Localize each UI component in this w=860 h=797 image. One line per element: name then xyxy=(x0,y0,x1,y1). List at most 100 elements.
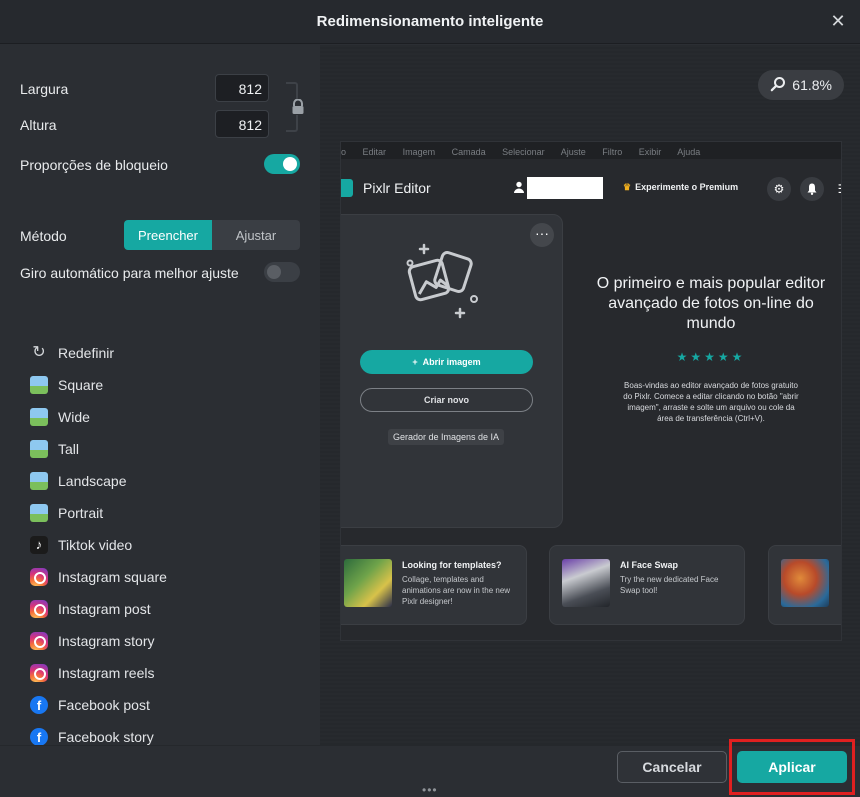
zoom-indicator[interactable]: 61.8% xyxy=(758,70,844,100)
preview-menu-item: o xyxy=(341,147,347,157)
preset-label: Redefinir xyxy=(58,345,115,361)
title-bar: Redimensionamento inteligente ✕ xyxy=(0,0,860,44)
preset-instagram-story[interactable]: Instagram story xyxy=(30,625,310,657)
bell-icon xyxy=(800,177,824,201)
preset-instagram-post[interactable]: Instagram post xyxy=(30,593,310,625)
preview-header: Pixlr Editor ♛Experimente o Premium ⚙ ☰ xyxy=(341,159,841,213)
method-fill-option[interactable]: Preencher xyxy=(124,220,212,250)
image-icon xyxy=(30,504,48,522)
preview-canvas: o Editar Imagem Camada Selecionar Ajuste… xyxy=(340,141,842,641)
method-fit-option[interactable]: Ajustar xyxy=(212,220,300,250)
preset-square[interactable]: Square xyxy=(30,369,310,401)
preview-open-card: ··· + Abrir imagem Criar novo Gerador de… xyxy=(341,214,563,528)
preview-menu-item: Filtro xyxy=(602,147,623,157)
preset-list: ↻ Redefinir Square Wide Tall Landscape Po… xyxy=(30,337,310,745)
preset-label: Wide xyxy=(58,409,90,425)
promo-text: Try the new dedicated Face Swap tool! xyxy=(620,575,719,595)
preset-facebook-story[interactable]: f Facebook story xyxy=(30,721,310,745)
promo-card-templates: Looking for templates? Collage, template… xyxy=(341,545,527,625)
preset-label: Portrait xyxy=(58,505,104,521)
lock-proportions-toggle[interactable] xyxy=(264,154,300,174)
instagram-icon xyxy=(30,632,48,650)
preset-label: Landscape xyxy=(58,473,127,489)
instagram-icon xyxy=(30,568,48,586)
promo-title: AI Face Swap xyxy=(620,560,679,570)
templates-thumbnail xyxy=(344,559,392,607)
search-icon xyxy=(770,76,786,95)
preview-menu-item: Camada xyxy=(451,147,486,157)
gear-icon: ⚙ xyxy=(767,177,791,201)
image-icon xyxy=(30,440,48,458)
preset-label: Instagram post xyxy=(58,601,151,617)
preset-tall[interactable]: Tall xyxy=(30,433,310,465)
create-new-button: Criar novo xyxy=(360,388,533,412)
auto-rotate-toggle[interactable] xyxy=(264,262,300,282)
gallery-icon xyxy=(402,241,482,321)
height-label: Altura xyxy=(20,117,57,133)
crown-icon: ♛ xyxy=(623,182,632,192)
zoom-value: 61.8% xyxy=(792,77,832,93)
dialog-title: Redimensionamento inteligente xyxy=(316,13,544,30)
apply-button[interactable]: Aplicar xyxy=(737,751,847,783)
preset-instagram-reels[interactable]: Instagram reels xyxy=(30,657,310,689)
user-icon xyxy=(513,181,525,193)
close-icon[interactable]: ✕ xyxy=(828,11,848,31)
preset-label: Square xyxy=(58,377,104,393)
preview-menu-item: Exibir xyxy=(638,147,662,157)
width-input[interactable]: 812 xyxy=(215,74,269,102)
lock-proportions-label: Proporções de bloqueio xyxy=(20,157,168,173)
preset-label: Tiktok video xyxy=(58,537,133,553)
rating-stars: ★★★★★ xyxy=(676,350,746,364)
preset-label: Tall xyxy=(58,441,80,457)
preset-facebook-post[interactable]: f Facebook post xyxy=(30,689,310,721)
promo-text: Collage, templates and animations are no… xyxy=(402,575,511,606)
promo-card-face-swap: AI Face Swap Try the new dedicated Face … xyxy=(549,545,745,625)
image-icon xyxy=(30,472,48,490)
preset-portrait[interactable]: Portrait xyxy=(30,497,310,529)
preview-menu-item: Ajuda xyxy=(677,147,701,157)
preset-label: Facebook post xyxy=(58,697,150,713)
reset-icon: ↻ xyxy=(32,344,46,361)
more-icon: ··· xyxy=(530,223,554,247)
settings-panel: Largura 812 Altura 812 Proporções de blo… xyxy=(0,45,320,745)
auto-rotate-label: Giro automático para melhor ajuste xyxy=(20,265,239,281)
preview-headline: O primeiro e mais popular editor avançad… xyxy=(596,275,826,332)
preset-label: Instagram reels xyxy=(58,665,155,681)
promo-title: Looking for templates? xyxy=(402,560,502,570)
tiktok-icon: ♪ xyxy=(30,536,48,554)
preview-description: Boas-vindas ao editor avançado de fotos … xyxy=(623,381,799,423)
preview-menu-item: Ajuste xyxy=(560,147,586,157)
face-swap-thumbnail xyxy=(562,559,610,607)
preset-tiktok-video[interactable]: ♪ Tiktok video xyxy=(30,529,310,561)
premium-link: ♛ Experimente o Premium xyxy=(623,182,738,193)
preset-reset[interactable]: ↻ Redefinir xyxy=(30,337,310,369)
image-icon xyxy=(30,376,48,394)
preview-menubar: o Editar Imagem Camada Selecionar Ajuste… xyxy=(341,142,841,159)
preset-landscape[interactable]: Landscape xyxy=(30,465,310,497)
premium-label: Experimente o Premium xyxy=(635,182,739,192)
cancel-button[interactable]: Cancelar xyxy=(617,751,727,783)
method-label: Método xyxy=(20,228,67,244)
preview-menu-item: Selecionar xyxy=(502,147,545,157)
open-image-label: Abrir imagem xyxy=(422,357,481,367)
smart-resize-dialog: Redimensionamento inteligente ✕ Largura … xyxy=(0,0,860,797)
lock-icon[interactable] xyxy=(291,98,305,115)
instagram-icon xyxy=(30,664,48,682)
preset-wide[interactable]: Wide xyxy=(30,401,310,433)
preview-menu-item: Imagem xyxy=(402,147,436,157)
resize-grip-icon[interactable]: ••• xyxy=(422,783,438,797)
promo-card-partial xyxy=(768,545,841,625)
preset-label: Instagram square xyxy=(58,569,167,585)
open-image-button: + Abrir imagem xyxy=(360,350,533,374)
pixlr-logo-icon xyxy=(341,179,353,197)
width-label: Largura xyxy=(20,81,69,97)
instagram-icon xyxy=(30,600,48,618)
redacted-box xyxy=(527,177,603,199)
preset-instagram-square[interactable]: Instagram square xyxy=(30,561,310,593)
preview-app-name: Pixlr Editor xyxy=(363,180,431,196)
height-input[interactable]: 812 xyxy=(215,110,269,138)
facebook-icon: f xyxy=(30,728,48,745)
promo-thumbnail xyxy=(781,559,829,607)
preview-area: 61.8% o Editar Imagem Camada Selecionar … xyxy=(320,45,860,745)
ai-generator-chip: Gerador de Imagens de IA xyxy=(388,429,505,445)
